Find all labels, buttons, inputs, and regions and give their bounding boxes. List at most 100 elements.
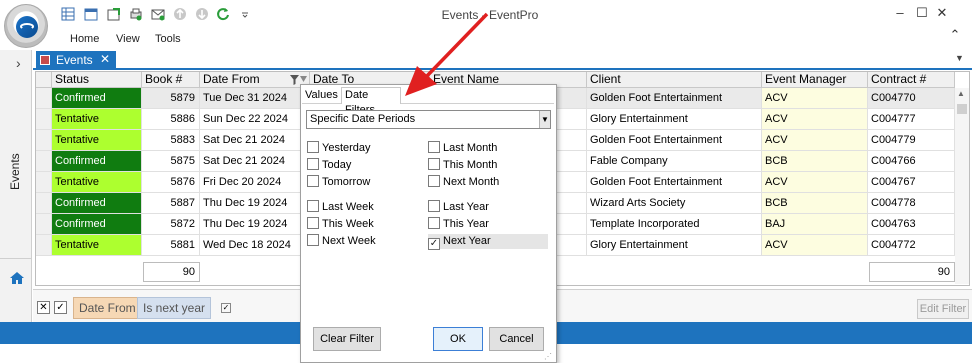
date-filter-option[interactable]: Last Year xyxy=(428,200,548,215)
filter-icon[interactable] xyxy=(290,75,299,85)
grid-icon[interactable] xyxy=(61,7,75,21)
table-cell[interactable]: C004767 xyxy=(868,172,955,193)
home-icon[interactable] xyxy=(10,272,24,284)
table-cell[interactable]: Sat Dec 21 2024 xyxy=(200,130,310,151)
table-cell[interactable]: Fable Company xyxy=(587,151,762,172)
checkbox[interactable] xyxy=(307,175,319,187)
column-header-book[interactable]: Book # xyxy=(142,72,200,88)
down-icon[interactable] xyxy=(195,7,209,21)
checkbox-checked[interactable]: ✓ xyxy=(428,238,440,250)
close-button[interactable]: ✕ xyxy=(930,4,954,22)
tab-close-icon[interactable]: ✕ xyxy=(100,52,110,66)
table-cell[interactable]: Golden Foot Entertainment xyxy=(587,88,762,109)
table-cell[interactable]: Template Incorporated xyxy=(587,214,762,235)
table-cell[interactable]: Wed Dec 18 2024 xyxy=(200,235,310,256)
table-cell[interactable]: 5872 xyxy=(142,214,200,235)
status-badge[interactable]: Confirmed xyxy=(52,151,142,172)
table-cell[interactable]: ACV xyxy=(762,130,868,151)
chevron-down-icon[interactable]: ▼ xyxy=(539,111,550,128)
app-logo[interactable] xyxy=(4,4,48,48)
table-cell[interactable]: Glory Entertainment xyxy=(587,235,762,256)
table-cell[interactable]: 5886 xyxy=(142,109,200,130)
scroll-up-icon[interactable]: ▲ xyxy=(957,89,965,98)
row-header[interactable] xyxy=(36,109,52,130)
checkbox[interactable] xyxy=(428,158,440,170)
table-cell[interactable]: ACV xyxy=(762,109,868,130)
status-badge[interactable]: Tentative xyxy=(52,172,142,193)
table-cell[interactable]: Thu Dec 19 2024 xyxy=(200,193,310,214)
date-filter-option[interactable]: Today xyxy=(307,158,427,173)
date-filter-option[interactable]: This Month xyxy=(428,158,548,173)
filter-value-checkbox[interactable]: ✓ xyxy=(221,303,231,313)
email-icon[interactable] xyxy=(151,7,165,21)
calendar-icon[interactable] xyxy=(84,7,98,21)
edit-filter-button[interactable]: Edit Filter xyxy=(917,299,969,319)
column-header-status[interactable]: Status xyxy=(52,72,142,88)
ribbon-tab-home[interactable]: Home xyxy=(70,33,99,45)
table-cell[interactable]: 5881 xyxy=(142,235,200,256)
cancel-button[interactable]: Cancel xyxy=(489,327,544,351)
checkbox[interactable] xyxy=(307,234,319,246)
status-badge[interactable]: Tentative xyxy=(52,130,142,151)
table-cell[interactable]: C004766 xyxy=(868,151,955,172)
table-cell[interactable]: BAJ xyxy=(762,214,868,235)
column-header-contract[interactable]: Contract # xyxy=(868,72,955,88)
table-cell[interactable]: Thu Dec 19 2024 xyxy=(200,214,310,235)
date-filter-option[interactable]: Last Week xyxy=(307,200,427,215)
ribbon-collapse-icon[interactable]: ⌃ xyxy=(943,26,967,44)
table-cell[interactable]: 5876 xyxy=(142,172,200,193)
clear-filter-icon[interactable]: ✕ xyxy=(37,301,50,314)
status-badge[interactable]: Tentative xyxy=(52,235,142,256)
table-cell[interactable]: 5879 xyxy=(142,88,200,109)
table-cell[interactable]: 5887 xyxy=(142,193,200,214)
table-cell[interactable]: ACV xyxy=(762,88,868,109)
table-cell[interactable]: Golden Foot Entertainment xyxy=(587,172,762,193)
date-filter-option[interactable]: ✓ Next Year xyxy=(428,234,548,250)
date-filter-option[interactable]: Last Month xyxy=(428,141,548,156)
table-cell[interactable]: Sat Dec 21 2024 xyxy=(200,151,310,172)
row-header[interactable] xyxy=(36,88,52,109)
customize-icon[interactable] xyxy=(240,7,250,21)
table-cell[interactable]: Sun Dec 22 2024 xyxy=(200,109,310,130)
expand-panel-icon[interactable]: › xyxy=(16,55,21,71)
table-cell[interactable]: Fri Dec 20 2024 xyxy=(200,172,310,193)
status-badge[interactable]: Confirmed xyxy=(52,193,142,214)
tab-values[interactable]: Values xyxy=(305,89,338,101)
table-cell[interactable]: 5883 xyxy=(142,130,200,151)
ok-button[interactable]: OK xyxy=(433,327,483,351)
scrollbar-thumb[interactable] xyxy=(957,104,967,114)
refresh-icon[interactable] xyxy=(216,7,230,21)
table-cell[interactable]: BCB xyxy=(762,151,868,172)
status-badge[interactable]: Confirmed xyxy=(52,214,142,235)
checkbox[interactable] xyxy=(428,200,440,212)
vertical-scrollbar[interactable] xyxy=(955,88,969,284)
row-header[interactable] xyxy=(36,151,52,172)
table-cell[interactable]: BCB xyxy=(762,193,868,214)
table-cell[interactable]: C004777 xyxy=(868,109,955,130)
up-icon[interactable] xyxy=(173,7,187,21)
row-header[interactable] xyxy=(36,130,52,151)
checkbox[interactable] xyxy=(307,200,319,212)
row-header[interactable] xyxy=(36,235,52,256)
clear-filter-button[interactable]: Clear Filter xyxy=(313,327,381,351)
checkbox[interactable] xyxy=(307,217,319,229)
table-cell[interactable]: C004772 xyxy=(868,235,955,256)
minimize-button[interactable]: – xyxy=(888,4,912,22)
date-filter-option[interactable]: Next Week xyxy=(307,234,427,249)
table-cell[interactable]: ACV xyxy=(762,172,868,193)
tab-date-filters[interactable]: Date Filters xyxy=(341,87,401,116)
table-cell[interactable]: Golden Foot Entertainment xyxy=(587,130,762,151)
row-header[interactable] xyxy=(36,193,52,214)
status-badge[interactable]: Tentative xyxy=(52,109,142,130)
checkbox[interactable] xyxy=(428,141,440,153)
date-filter-option[interactable]: Yesterday xyxy=(307,141,427,156)
checkbox[interactable] xyxy=(428,175,440,187)
enable-filter-checkbox[interactable]: ✓ xyxy=(54,301,67,314)
sort-descending-icon[interactable] xyxy=(300,76,307,84)
ribbon-tab-view[interactable]: View xyxy=(116,33,140,45)
checkbox[interactable] xyxy=(307,141,319,153)
table-cell[interactable]: C004779 xyxy=(868,130,955,151)
table-cell[interactable]: Glory Entertainment xyxy=(587,109,762,130)
date-period-select[interactable]: Specific Date Periods xyxy=(306,110,551,129)
export-icon[interactable] xyxy=(107,7,121,21)
